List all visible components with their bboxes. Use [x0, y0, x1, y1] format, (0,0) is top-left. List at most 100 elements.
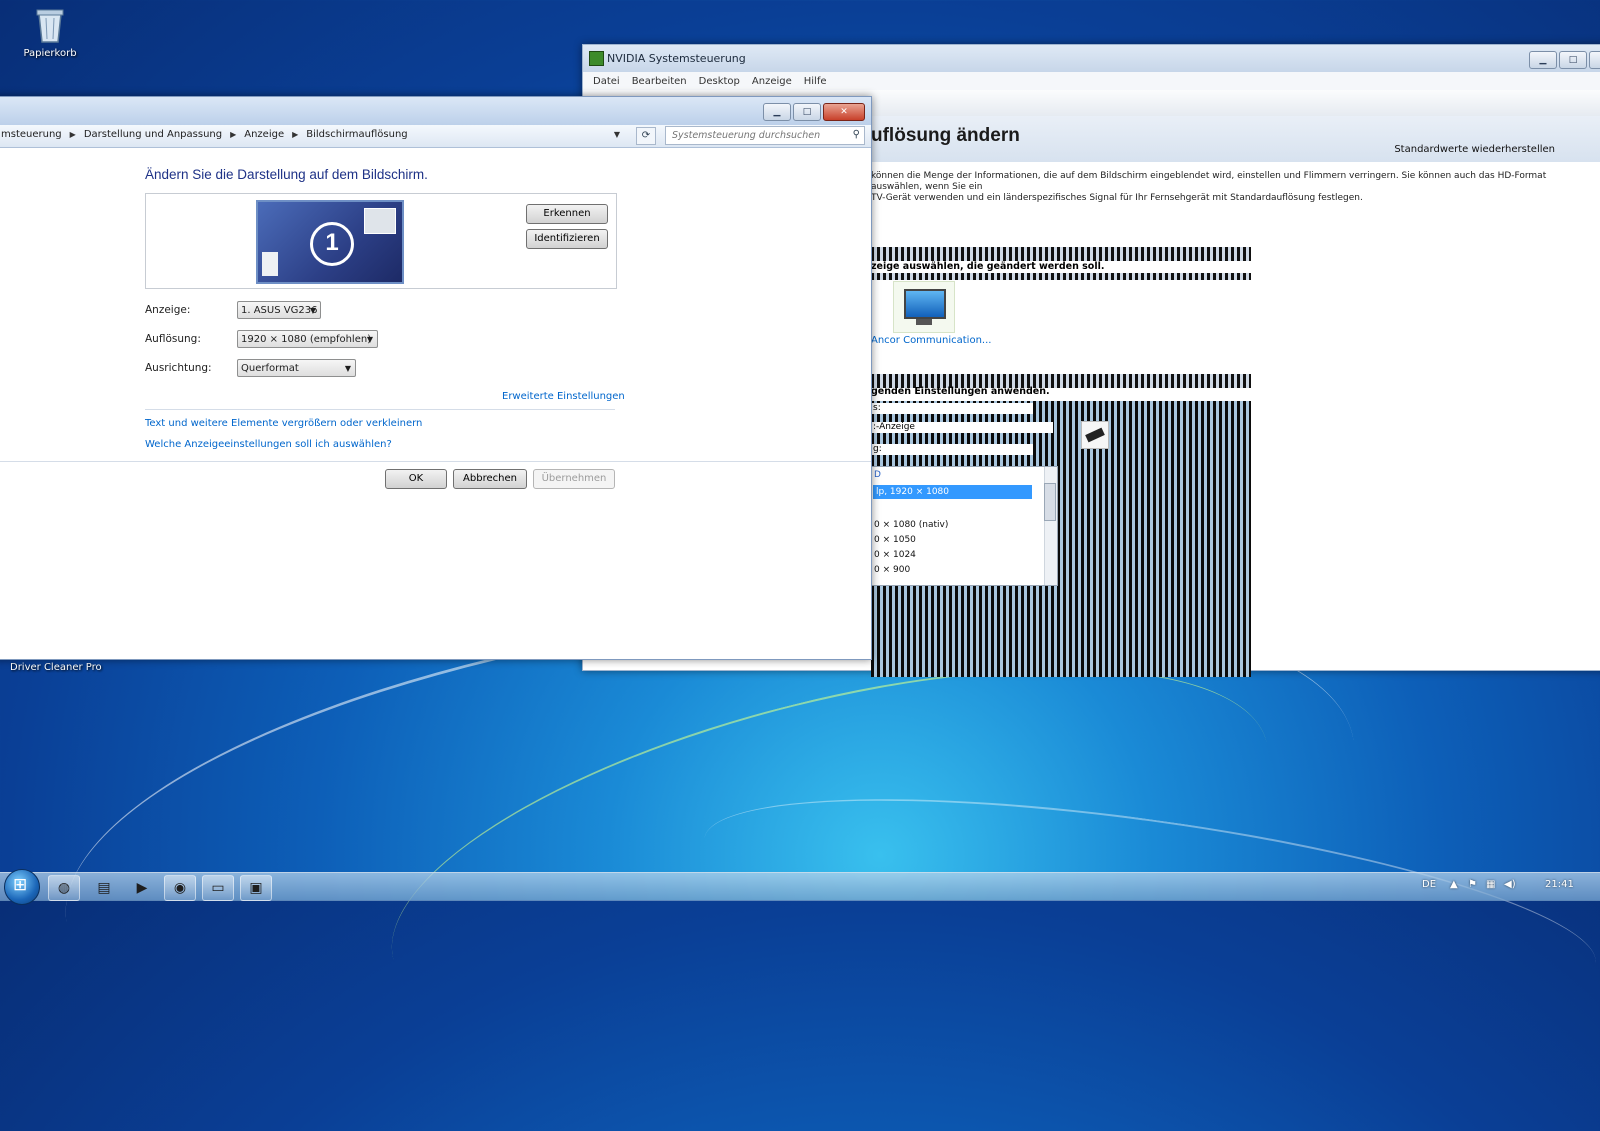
resolution-select[interactable]: 1920 × 1080 (empfohlen) ▼: [237, 330, 378, 348]
address-dropdown-icon[interactable]: ▼: [610, 128, 624, 142]
nvidia-page-title: uflösung ändern: [871, 125, 1020, 146]
action-center-flag-icon[interactable]: ⚑: [1468, 879, 1477, 890]
language-indicator[interactable]: DE: [1422, 879, 1436, 890]
display-label: Anzeige:: [145, 304, 191, 316]
apply-button[interactable]: Übernehmen: [533, 469, 615, 489]
text-size-link[interactable]: Text und weitere Elemente vergrößern ode…: [145, 418, 422, 429]
breadcrumb-separator-icon: ▶: [69, 130, 76, 139]
breadcrumb-item[interactable]: Bildschirmauflösung: [306, 129, 407, 140]
listbox-item[interactable]: 0 × 900: [874, 565, 910, 575]
resolution-select-value: 1920 × 1080 (empfohlen): [241, 334, 372, 345]
orientation-select-value: Querformat: [241, 363, 299, 374]
minimize-button[interactable]: ▁: [763, 103, 791, 121]
clock[interactable]: 21:41: [1545, 879, 1574, 890]
nvidia-taskbar-icon[interactable]: ▣: [240, 875, 272, 901]
close-button[interactable]: ✕: [823, 103, 865, 121]
advanced-settings-link[interactable]: Erweiterte Einstellungen: [502, 391, 625, 402]
nvidia-field-label: :-Anzeige: [871, 422, 1053, 433]
chevron-down-icon: ▼: [309, 306, 316, 315]
volume-icon[interactable]: ◀): [1504, 879, 1516, 890]
menu-anzeige[interactable]: Anzeige: [752, 76, 792, 87]
ok-button[interactable]: OK: [385, 469, 447, 489]
display-settings-taskbar-icon[interactable]: ▭: [202, 875, 234, 901]
search-box[interactable]: ⚲: [665, 126, 865, 145]
nvidia-field-label: s:: [871, 403, 1033, 414]
chevron-down-icon: ▼: [366, 335, 373, 344]
nvidia-monitor-label[interactable]: Ancor Communication...: [871, 335, 991, 346]
search-input[interactable]: [666, 127, 844, 144]
connector-icon: [1081, 421, 1109, 449]
section-bar: [871, 273, 1251, 280]
chevron-down-icon: ▼: [344, 364, 351, 373]
section-select-display-title: zeige auswählen, die geändert werden sol…: [871, 261, 1105, 272]
firefox-taskbar-icon[interactable]: ◉: [164, 875, 196, 901]
caption-buttons: ▁ □ ✕: [763, 103, 865, 121]
recycle-bin-desktop-icon[interactable]: Papierkorb: [10, 6, 90, 59]
refresh-button[interactable]: ⟳: [636, 127, 656, 145]
menu-datei[interactable]: Datei: [593, 76, 620, 87]
breadcrumb-item[interactable]: Anzeige: [244, 129, 284, 140]
recycle-bin-icon: [33, 6, 67, 44]
breadcrumb: msteuerung ▶ Darstellung und Anpassung ▶…: [1, 129, 408, 140]
ie-taskbar-icon[interactable]: ◍: [48, 875, 80, 901]
show-hidden-icons-icon[interactable]: ▲: [1450, 879, 1458, 890]
section-bar: [871, 247, 1251, 261]
nvidia-description: können die Menge der Informationen, die …: [871, 171, 1571, 204]
display-number-badge: 1: [310, 222, 354, 266]
identify-button[interactable]: Identifizieren: [526, 229, 608, 249]
driver-cleaner-label[interactable]: Driver Cleaner Pro: [10, 662, 102, 673]
display-1-tile[interactable]: 1: [256, 200, 404, 284]
nvidia-field-label: g:: [871, 444, 1033, 455]
media-player-taskbar-icon[interactable]: ▶: [126, 875, 158, 901]
which-settings-link[interactable]: Welche Anzeigeeinstellungen soll ich aus…: [145, 439, 392, 450]
breadcrumb-item[interactable]: Darstellung und Anpassung: [84, 129, 222, 140]
minimize-button[interactable]: ▁: [1529, 51, 1557, 69]
page-heading: Ändern Sie die Darstellung auf dem Bilds…: [145, 167, 428, 182]
taskbar: ◍ ▤ ▶ ◉ ▭ ▣ DE ▲ ⚑ ▦ ◀) 21:41: [0, 869, 1600, 905]
maximize-button[interactable]: □: [1559, 51, 1587, 69]
screen-resolution-window[interactable]: ▁ □ ✕ msteuerung ▶ Darstellung und Anpas…: [0, 96, 872, 660]
detect-button[interactable]: Erkennen: [526, 204, 608, 224]
nvidia-app-icon: [589, 51, 604, 66]
resolution-label: Auflösung:: [145, 333, 201, 345]
display-select-value: 1. ASUS VG236: [241, 305, 318, 316]
nvidia-description-line: können die Menge der Informationen, die …: [871, 171, 1547, 192]
monitor-stand: [916, 319, 932, 325]
maximize-button[interactable]: □: [793, 103, 821, 121]
menu-hilfe[interactable]: Hilfe: [804, 76, 827, 87]
cancel-button[interactable]: Abbrechen: [453, 469, 527, 489]
listbox-item[interactable]: 0 × 1080 (nativ): [874, 520, 948, 530]
resolution-listbox[interactable]: D lp, 1920 × 1080 0 × 1080 (nativ) 0 × 1…: [871, 466, 1058, 586]
orientation-select[interactable]: Querformat ▼: [237, 359, 356, 377]
listbox-selected-item[interactable]: lp, 1920 × 1080: [873, 485, 1032, 499]
listbox-scroll-thumb[interactable]: [1044, 483, 1056, 521]
nvidia-window-title: NVIDIA Systemsteuerung: [607, 52, 746, 65]
search-icon[interactable]: ⚲: [853, 129, 860, 140]
listbox-item[interactable]: 0 × 1050: [874, 535, 916, 545]
nvidia-menubar: Datei Bearbeiten Desktop Anzeige Hilfe: [583, 72, 1600, 90]
listbox-item[interactable]: 0 × 1024: [874, 550, 916, 560]
menu-desktop[interactable]: Desktop: [699, 76, 740, 87]
breadcrumb-separator-icon: ▶: [292, 130, 299, 139]
breadcrumb-separator-icon: ▶: [230, 130, 237, 139]
screen-resolution-titlebar[interactable]: ▁ □ ✕: [0, 97, 871, 125]
nvidia-description-line: TV-Gerät verwenden und ein länderspezifi…: [871, 193, 1363, 203]
recycle-bin-label: Papierkorb: [23, 48, 77, 59]
orientation-label: Ausrichtung:: [145, 362, 212, 374]
monitor-preview-panel: 1 Erkennen Identifizieren: [145, 193, 617, 289]
network-icon[interactable]: ▦: [1486, 879, 1495, 890]
breadcrumb-item[interactable]: msteuerung: [1, 129, 62, 140]
menu-bearbeiten[interactable]: Bearbeiten: [632, 76, 687, 87]
divider: [145, 409, 615, 410]
restore-defaults-link[interactable]: Standardwerte wiederherstellen: [1394, 144, 1555, 155]
nvidia-titlebar[interactable]: NVIDIA Systemsteuerung ▁ □ ✕: [583, 45, 1600, 72]
display-preview-window: [364, 208, 396, 234]
display-select[interactable]: 1. ASUS VG236 ▼: [237, 301, 321, 319]
address-bar: msteuerung ▶ Darstellung und Anpassung ▶…: [0, 125, 871, 148]
close-button[interactable]: ✕: [1589, 51, 1600, 69]
divider: [0, 461, 871, 462]
monitor-icon: [904, 289, 946, 319]
nvidia-caption-buttons: ▁ □ ✕: [1529, 51, 1600, 69]
explorer-taskbar-icon[interactable]: ▤: [88, 875, 120, 901]
nvidia-monitor-tile[interactable]: [893, 281, 955, 333]
